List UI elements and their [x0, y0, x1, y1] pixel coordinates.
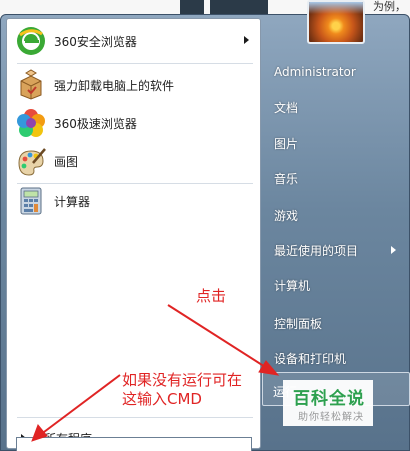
program-label: 强力卸载电脑上的软件 [54, 78, 175, 93]
right-item-pictures[interactable]: 图片 [274, 135, 298, 152]
right-item-documents[interactable]: 文档 [274, 99, 298, 116]
360-speed-browser-icon [15, 107, 47, 139]
program-calculator[interactable]: 计算器 [11, 183, 257, 219]
360-browser-icon [15, 25, 47, 57]
paint-palette-icon [15, 145, 47, 177]
annotation-click: 点击 [196, 287, 227, 305]
watermark-subtitle: 助你轻松解决 [298, 412, 364, 423]
program-360-browser[interactable]: 360安全浏览器 [11, 23, 257, 59]
calculator-icon [15, 185, 47, 217]
separator [17, 63, 253, 64]
search-input[interactable] [16, 437, 252, 451]
submenu-arrow-icon [244, 36, 249, 44]
annotation-cmd-line2: 这输入CMD [122, 390, 202, 408]
program-label: 360安全浏览器 [54, 34, 137, 49]
user-avatar[interactable] [307, 0, 365, 44]
right-item-computer[interactable]: 计算机 [274, 277, 310, 294]
program-paint[interactable]: 画图 [11, 143, 257, 179]
program-label: 360极速浏览器 [54, 116, 137, 131]
right-item-user[interactable]: Administrator [274, 65, 356, 79]
program-label: 画图 [54, 154, 79, 169]
annotation-cmd-line1: 如果没有运行可在 [122, 371, 243, 389]
submenu-arrow-icon [391, 246, 396, 254]
right-item-control-panel[interactable]: 控制面板 [274, 315, 322, 332]
right-item-recent[interactable]: 最近使用的项目 [274, 242, 358, 259]
program-label: 计算器 [54, 194, 91, 209]
program-uninstall[interactable]: 强力卸载电脑上的软件 [11, 67, 257, 103]
watermark-title: 百科全说 [293, 389, 365, 409]
right-item-devices-printers[interactable]: 设备和打印机 [274, 350, 346, 367]
program-360-speed-browser[interactable]: 360极速浏览器 [11, 105, 257, 141]
background-caption: 为例， [373, 0, 406, 13]
separator [17, 417, 253, 418]
right-item-games[interactable]: 游戏 [274, 207, 298, 224]
right-item-music[interactable]: 音乐 [274, 170, 298, 187]
watermark-logo: 百科全说 助你轻松解决 [283, 380, 373, 426]
uninstall-box-icon [15, 69, 47, 101]
